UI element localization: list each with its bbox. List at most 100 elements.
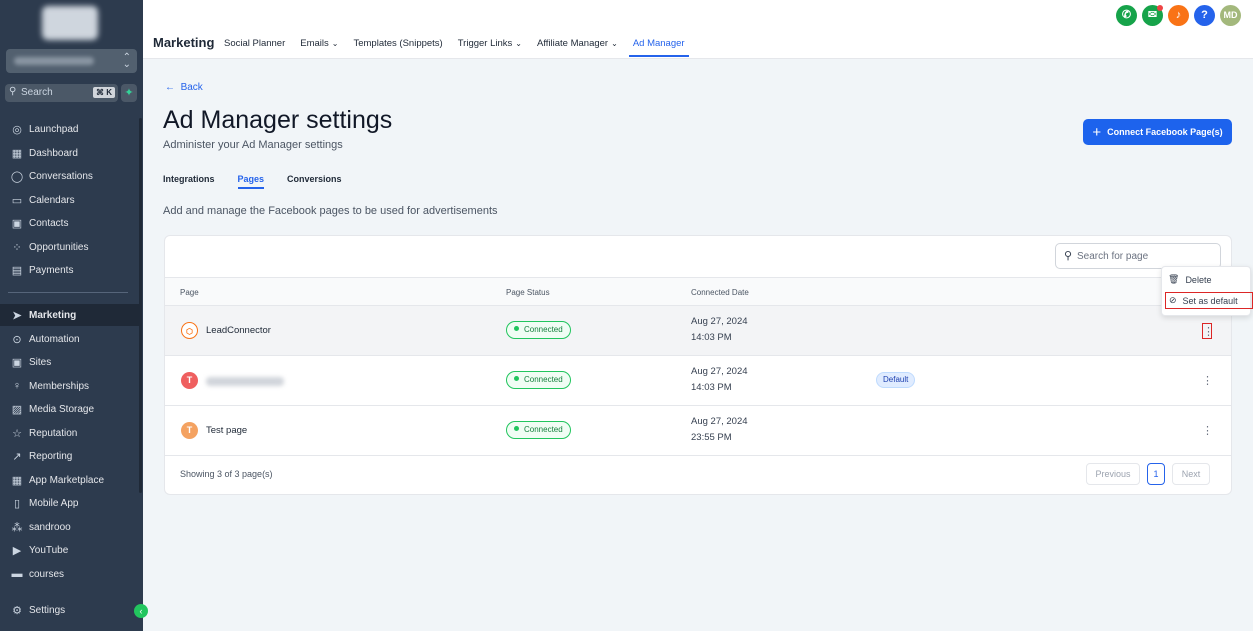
sidebar-item-label: Marketing xyxy=(29,309,77,321)
sidebar-item-conversations[interactable]: ◯ Conversations xyxy=(0,165,140,187)
phone-icon[interactable]: ✆ xyxy=(1116,5,1137,26)
sidebar-item-contacts[interactable]: ▣ Contacts xyxy=(0,212,140,234)
tab-label: Templates (Snippets) xyxy=(353,38,443,49)
table-summary: Showing 3 of 3 page(s) xyxy=(180,469,273,479)
tab-templates[interactable]: Templates (Snippets) xyxy=(353,38,442,58)
sites-icon: ▣ xyxy=(11,356,23,369)
trend-icon: ↗ xyxy=(12,450,22,463)
next-button[interactable]: Next xyxy=(1172,463,1210,485)
sidebar-scrollbar[interactable] xyxy=(139,118,142,493)
button-label: Connect Facebook Page(s) xyxy=(1107,127,1223,137)
delete-menu-item[interactable]: 🗑 Delete xyxy=(1168,274,1211,285)
table-row[interactable]: T Connected Aug 27, 2024 14:03 PM Defaul… xyxy=(165,356,1231,406)
connected-time: 14:03 PM xyxy=(691,382,732,393)
star-icon: ☆ xyxy=(12,427,22,440)
sidebar-item-launchpad[interactable]: ◎ Launchpad xyxy=(0,118,140,140)
status-dot xyxy=(514,326,519,331)
sidebar-item-reputation[interactable]: ☆ Reputation xyxy=(0,422,140,444)
page-name: Test page xyxy=(206,425,248,436)
more-options-icon[interactable]: ⋮ xyxy=(1202,373,1213,389)
previous-button[interactable]: Previous xyxy=(1086,463,1140,485)
page-1-button[interactable]: 1 xyxy=(1147,463,1165,485)
more-options-icon[interactable]: ⋮ xyxy=(1202,323,1214,339)
sidebar-divider xyxy=(8,292,128,293)
settings-tabs: Integrations Pages Conversions xyxy=(163,174,365,189)
account-switcher[interactable]: ⌃ ⌄ xyxy=(6,49,137,73)
table-row[interactable]: T Test page Connected Aug 27, 2024 23:55… xyxy=(165,406,1231,456)
chevron-down-icon: ⌄ xyxy=(611,39,618,48)
sidebar-item-label: Sites xyxy=(29,356,52,368)
chevron-down-icon: ⌄ xyxy=(515,39,522,48)
sidebar-item-media-storage[interactable]: ▨ Media Storage xyxy=(0,398,140,420)
sidebar-search[interactable]: ⚲ Search ⌘ K xyxy=(5,84,118,102)
sidebar-item-payments[interactable]: ▤ Payments xyxy=(0,259,140,281)
tab-ad-manager[interactable]: Ad Manager xyxy=(628,38,689,58)
chat-icon: ◯ xyxy=(10,170,24,183)
sidebar-item-automation[interactable]: ⊙ Automation xyxy=(0,328,140,350)
tab-label: Ad Manager xyxy=(632,38,685,49)
sidebar-item-marketing[interactable]: ➤ Marketing xyxy=(0,304,140,326)
status-label: Connected xyxy=(524,325,563,334)
sidebar-item-dashboard[interactable]: ▦ Dashboard xyxy=(0,142,140,164)
avatar[interactable]: MD xyxy=(1220,5,1241,26)
search-icon: ⚲ xyxy=(9,86,17,97)
row-actions-menu: 🗑 Delete ⊘ Set as default xyxy=(1161,266,1253,316)
company-logo xyxy=(42,6,98,40)
table-row[interactable]: ⬡ LeadConnector Connected Aug 27, 2024 1… xyxy=(165,306,1231,356)
collapse-sidebar-button[interactable]: ‹ xyxy=(134,604,148,618)
sidebar-item-label: Media Storage xyxy=(29,403,95,415)
search-icon: ⚲ xyxy=(1064,250,1073,262)
tab-label: Affiliate Manager xyxy=(536,38,609,49)
tab-emails[interactable]: Emails ⌄ xyxy=(300,38,338,58)
marketing-tabs: Social Planner Emails ⌄ Templates (Snippe… xyxy=(224,38,700,58)
sidebar-item-label: Payments xyxy=(29,264,74,276)
apps-icon: ▦ xyxy=(11,474,23,487)
column-header-page: Page xyxy=(180,288,199,297)
more-options-icon[interactable]: ⋮ xyxy=(1202,423,1213,439)
shortcut-badge: ⌘ K xyxy=(93,87,115,98)
sidebar-item-courses[interactable]: ▬ courses xyxy=(0,563,140,585)
tab-integrations[interactable]: Integrations xyxy=(163,174,215,184)
sidebar-item-sandrooo[interactable]: ⁂ sandrooo xyxy=(0,516,140,538)
status-dot xyxy=(514,426,519,431)
tab-affiliate-manager[interactable]: Affiliate Manager ⌄ xyxy=(537,38,618,58)
tab-conversions[interactable]: Conversions xyxy=(287,174,342,184)
youtube-icon: ▶ xyxy=(12,544,22,557)
tab-trigger-links[interactable]: Trigger Links ⌄ xyxy=(458,38,522,58)
sidebar-item-memberships[interactable]: ♀ Memberships xyxy=(0,375,140,397)
gear-icon: ⚙ xyxy=(12,604,22,617)
bell-icon[interactable]: ♪ xyxy=(1168,5,1189,26)
sidebar-item-youtube[interactable]: ▶ YouTube xyxy=(0,539,140,561)
megaphone-icon[interactable]: ✉ xyxy=(1142,5,1163,26)
sidebar-item-mobile-app[interactable]: ▯ Mobile App xyxy=(0,492,140,514)
sidebar-item-calendars[interactable]: ▭ Calendars xyxy=(0,189,140,211)
table-header: Page Page Status Connected Date xyxy=(165,277,1231,306)
connected-date: Aug 27, 2024 xyxy=(691,416,748,427)
column-header-date: Connected Date xyxy=(691,288,749,297)
automation-icon: ⊙ xyxy=(12,333,22,346)
sidebar-item-label: Settings xyxy=(29,604,66,616)
help-icon[interactable]: ? xyxy=(1194,5,1215,26)
ai-spark-icon[interactable]: ✦ xyxy=(121,84,137,102)
sidebar-item-app-marketplace[interactable]: ▦ App Marketplace xyxy=(0,469,140,491)
send-icon: ➤ xyxy=(12,309,22,322)
sidebar-item-label: Launchpad xyxy=(29,123,79,135)
leadconnector-logo-icon: ⬡ xyxy=(181,322,198,339)
sidebar-item-label: Conversations xyxy=(29,170,93,182)
search-placeholder: Search for page xyxy=(1077,251,1149,262)
payments-icon: ▤ xyxy=(11,264,23,277)
back-link[interactable]: ← Back xyxy=(165,82,203,93)
sidebar-item-opportunities[interactable]: ⁘ Opportunities xyxy=(0,236,140,258)
page-name: LeadConnector xyxy=(206,325,271,336)
connected-date: Aug 27, 2024 xyxy=(691,366,748,377)
tab-pages[interactable]: Pages xyxy=(237,174,264,189)
sidebar-item-settings[interactable]: ⚙ Settings xyxy=(0,599,140,621)
set-as-default-menu-item[interactable]: ⊘ Set as default xyxy=(1165,292,1253,309)
connected-date: Aug 27, 2024 xyxy=(691,316,748,327)
mobile-icon: ▯ xyxy=(13,497,21,510)
tab-social-planner[interactable]: Social Planner xyxy=(224,38,285,58)
sidebar-item-sites[interactable]: ▣ Sites xyxy=(0,351,140,373)
sidebar-item-label: Memberships xyxy=(29,380,90,392)
sidebar-item-reporting[interactable]: ↗ Reporting xyxy=(0,445,140,467)
connect-facebook-button[interactable]: + Connect Facebook Page(s) xyxy=(1083,119,1232,145)
